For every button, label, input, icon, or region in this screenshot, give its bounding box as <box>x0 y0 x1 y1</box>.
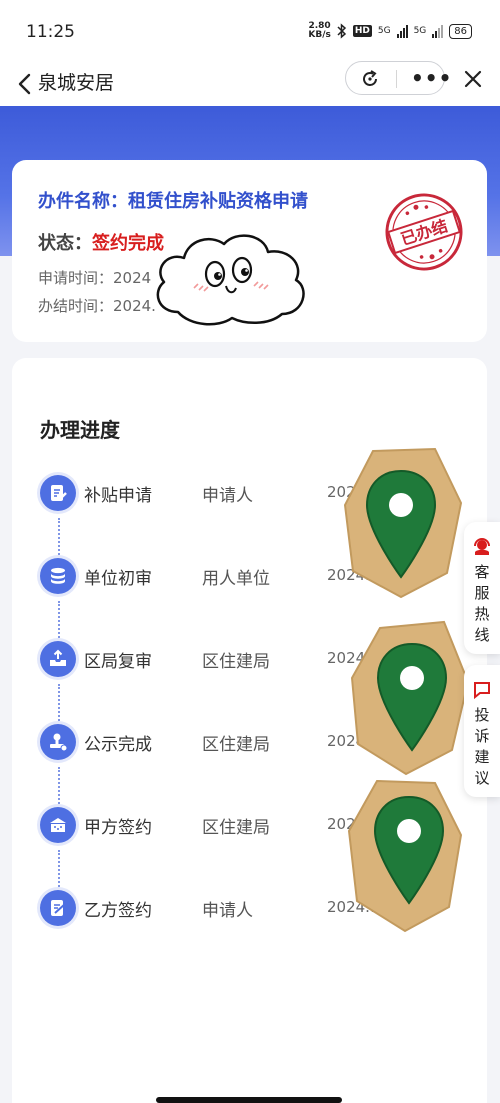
step-org: 区住建局 <box>202 652 270 672</box>
cloud-sticker <box>156 234 305 326</box>
map-pin-sticker <box>343 447 463 599</box>
hotline-label: 客服热线 <box>474 563 490 644</box>
completed-stamp: 已办结 <box>385 193 463 271</box>
hd-badge: HD <box>352 25 372 37</box>
step-name: 补贴申请 <box>84 486 152 506</box>
record-status: 状态：签约完成 <box>38 233 164 254</box>
step-org: 申请人 <box>202 486 253 506</box>
capsule-divider <box>396 70 397 88</box>
home-indicator[interactable] <box>156 1097 342 1103</box>
step-name: 公示完成 <box>84 735 152 755</box>
page-title: 泉城安居 <box>38 72 115 94</box>
bluetooth-icon <box>337 23 346 39</box>
signal-5g-label: 5G <box>377 26 391 36</box>
step-name: 区局复审 <box>84 652 152 672</box>
clock: 11:25 <box>26 22 75 42</box>
step-org: 区住建局 <box>202 818 270 838</box>
upload-tray-icon <box>40 641 76 677</box>
step-connector <box>58 850 60 890</box>
record-name: 办件名称：租赁住房补贴资格申请 <box>38 191 308 212</box>
building-icon <box>40 807 76 843</box>
step-connector <box>58 767 60 807</box>
progress-title: 办理进度 <box>40 418 120 442</box>
hotline-tab[interactable]: 客服热线 <box>464 522 500 654</box>
complaint-label: 投诉建议 <box>474 706 490 787</box>
signal-icon <box>396 24 408 38</box>
database-icon <box>40 558 76 594</box>
back-icon[interactable] <box>13 70 39 98</box>
step-org: 申请人 <box>202 901 253 921</box>
headset-icon <box>474 538 490 555</box>
feedback-icon <box>474 682 490 700</box>
battery-icon: 86 <box>449 23 472 39</box>
signal-icon-2 <box>432 24 444 38</box>
seal-stamp-icon <box>40 724 76 760</box>
map-pin-sticker <box>350 620 470 776</box>
step-name: 乙方签约 <box>84 901 152 921</box>
step-org: 区住建局 <box>202 735 270 755</box>
step-name: 甲方签约 <box>84 818 152 838</box>
signal-5g-label-2: 5G <box>413 26 427 36</box>
step-connector <box>58 518 60 558</box>
more-icon[interactable]: ••• <box>411 66 452 90</box>
network-speed: 2.80 KB/s <box>308 21 331 40</box>
finish-time: 办结时间：2024. <box>38 297 156 315</box>
map-pin-sticker <box>347 779 463 933</box>
status-bar: 11:25 2.80 KB/s HD 5G 5G 86 <box>0 0 500 62</box>
apply-time: 申请时间：2024 <box>38 269 152 287</box>
mini-program-capsule: ••• <box>345 61 451 95</box>
complaint-tab[interactable]: 投诉建议 <box>464 665 500 797</box>
apply-form-icon <box>40 475 76 511</box>
step-name: 单位初审 <box>84 569 152 589</box>
step-connector <box>58 684 60 724</box>
step-connector <box>58 601 60 641</box>
sign-document-icon <box>40 890 76 926</box>
nav-bar: 泉城安居 ••• <box>0 61 500 106</box>
step-org: 用人单位 <box>202 569 270 589</box>
status-icons: 2.80 KB/s HD 5G 5G 86 <box>308 22 472 40</box>
close-icon[interactable] <box>462 68 484 90</box>
refresh-icon[interactable] <box>360 69 380 89</box>
